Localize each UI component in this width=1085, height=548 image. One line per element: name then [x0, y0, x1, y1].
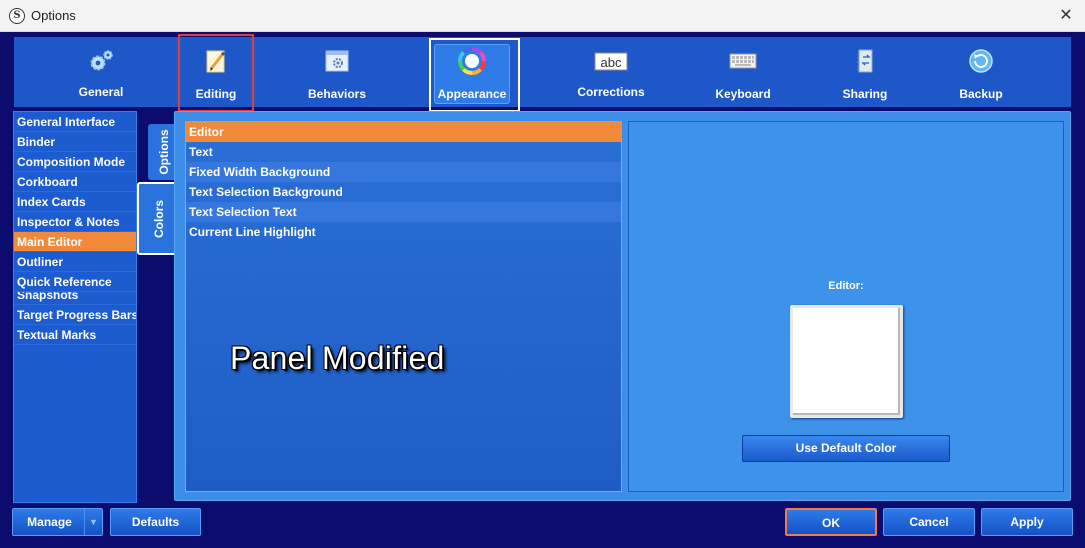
sidebar-item-main-editor[interactable]: Main Editor	[14, 232, 136, 252]
category-toolbar: General Editing Behaviors Appearance abc…	[14, 34, 1071, 112]
manage-button-label: Manage	[27, 515, 72, 529]
list-item-text-selection-background[interactable]: Text Selection Background	[186, 182, 621, 202]
editing-highlight-box	[178, 34, 254, 112]
tab-colors-label: Colors	[152, 199, 166, 238]
options-window: General Editing Behaviors Appearance abc…	[0, 32, 1085, 548]
manage-button[interactable]: Manage ▼	[12, 508, 103, 536]
keyboard-icon	[729, 53, 757, 69]
toolbar-general-label: General	[78, 85, 124, 99]
toolbar-backup[interactable]: Backup	[936, 37, 1026, 107]
app-logo-icon: S	[9, 8, 25, 24]
gears-icon	[90, 50, 113, 71]
chevron-down-icon[interactable]: ▼	[84, 509, 102, 535]
sidebar-item-outliner[interactable]: Outliner	[14, 252, 136, 272]
window-title: Options	[31, 8, 76, 23]
toolbar-behaviors[interactable]: Behaviors	[292, 37, 382, 107]
sidebar-item-general-interface[interactable]: General Interface	[14, 112, 136, 132]
sidebar: General Interface Binder Composition Mod…	[13, 111, 137, 503]
sidebar-item-snapshots[interactable]: Snapshots	[14, 292, 136, 305]
sidebar-item-textual-marks[interactable]: Textual Marks	[14, 325, 136, 345]
sidebar-item-inspector-notes[interactable]: Inspector & Notes	[14, 212, 136, 232]
list-item-text-selection-text[interactable]: Text Selection Text	[186, 202, 621, 222]
color-preview-pane: Editor: Use Default Color	[628, 121, 1064, 492]
sidebar-item-index-cards[interactable]: Index Cards	[14, 192, 136, 212]
ok-button[interactable]: OK	[785, 508, 877, 536]
list-item-text[interactable]: Text	[186, 142, 621, 162]
apply-button[interactable]: Apply	[981, 508, 1073, 536]
backup-circle-icon	[969, 49, 993, 73]
abc-icon: abc	[594, 52, 628, 71]
sidebar-item-composition-mode[interactable]: Composition Mode	[14, 152, 136, 172]
close-icon[interactable]: ✕	[1057, 7, 1075, 25]
svg-text:abc: abc	[601, 55, 622, 70]
toolbar-sharing[interactable]: Sharing	[820, 37, 910, 107]
color-element-list: Editor Text Fixed Width Background Text …	[185, 121, 622, 492]
color-swatch[interactable]	[790, 305, 903, 418]
colors-panel: Editor Text Fixed Width Background Text …	[174, 111, 1071, 501]
list-item-editor[interactable]: Editor	[186, 122, 621, 142]
toolbar-behaviors-label: Behaviors	[307, 87, 367, 101]
tab-options-label: Options	[156, 129, 171, 175]
appearance-highlight-box	[429, 38, 520, 112]
sidebar-item-quick-reference[interactable]: Quick Reference	[14, 272, 136, 292]
title-bar: S Options ✕	[0, 0, 1085, 32]
panel-modified-annotation: Panel Modified	[230, 340, 445, 376]
sidebar-item-target-progress-bars[interactable]: Target Progress Bars	[14, 305, 136, 325]
toolbar-sharing-label: Sharing	[842, 87, 888, 101]
toolbar-general[interactable]: General	[56, 37, 146, 107]
list-item-current-line-highlight[interactable]: Current Line Highlight	[186, 222, 621, 242]
toolbar-corrections-label: Corrections	[577, 85, 645, 99]
notebook-arrows-icon	[857, 49, 873, 73]
use-default-color-button[interactable]: Use Default Color	[742, 435, 950, 462]
cancel-button[interactable]: Cancel	[883, 508, 975, 536]
toolbar-backup-label: Backup	[959, 87, 1003, 101]
window-gear-icon	[325, 50, 349, 72]
sidebar-item-binder[interactable]: Binder	[14, 132, 136, 152]
sidebar-item-corkboard[interactable]: Corkboard	[14, 172, 136, 192]
list-item-fixed-width-background[interactable]: Fixed Width Background	[186, 162, 621, 182]
toolbar-keyboard-label: Keyboard	[715, 87, 771, 101]
toolbar-corrections[interactable]: abc Corrections	[566, 37, 656, 107]
preview-label: Editor:	[828, 280, 864, 292]
defaults-button[interactable]: Defaults	[110, 508, 201, 536]
toolbar-keyboard[interactable]: Keyboard	[698, 37, 788, 107]
